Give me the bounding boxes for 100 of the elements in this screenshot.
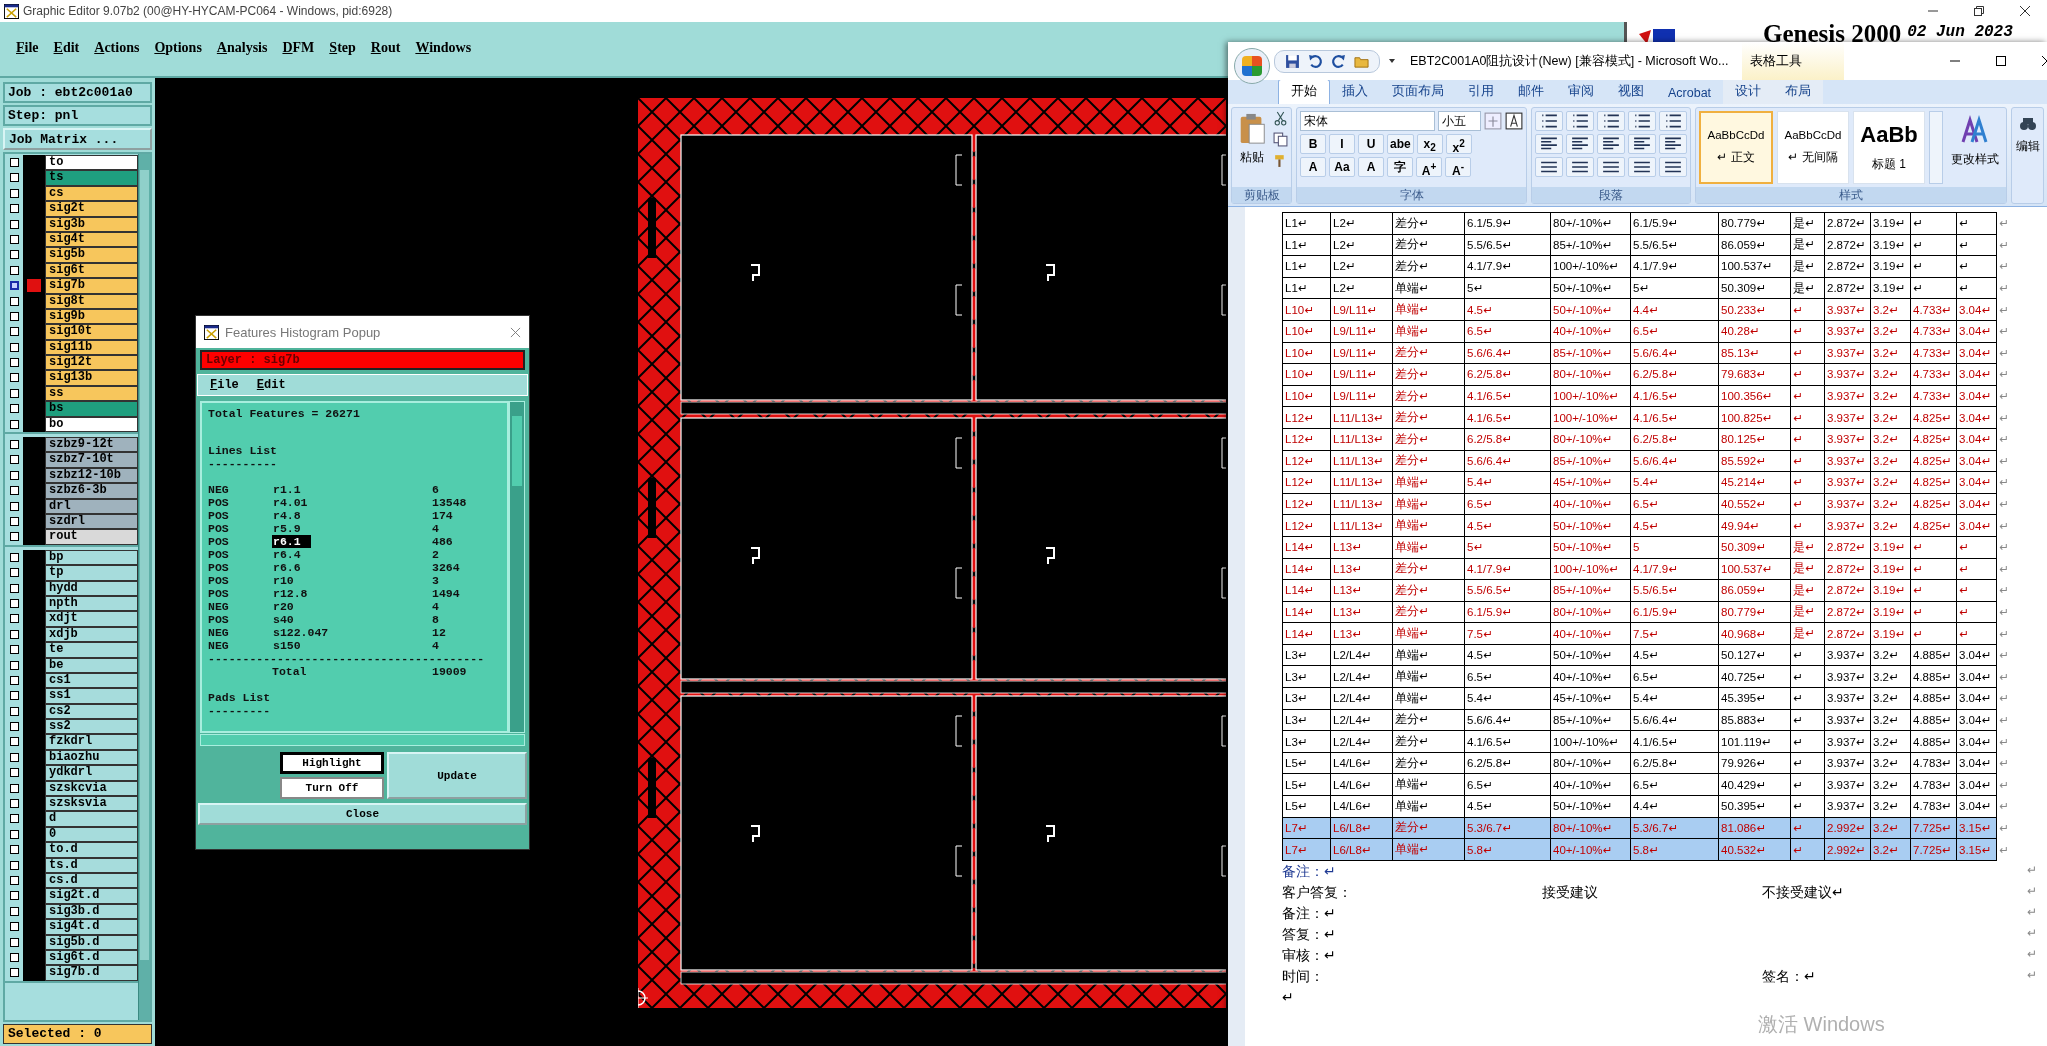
- layer-checkbox[interactable]: [10, 799, 19, 808]
- table-row[interactable]: L3↵ L2/L4↵ 单端↵ 6.5↵ 40+/-10%↵ 6.5↵ 40.725↵ ↵ 3.937↵ 3.2↵ 4.885↵ 3.04↵ ↵: [1282, 665, 2014, 688]
- scrollbar[interactable]: [1929, 111, 1943, 184]
- redo-icon[interactable]: [1331, 53, 1346, 69]
- format-button[interactable]: A$^{-}$: [1445, 157, 1471, 177]
- table-row[interactable]: L1↵ L2↵ 差分↵ 5.5/6.5↵ 85+/-10%↵ 5.5/6.5↵ 86.059↵ 是↵ 2.872↵ 3.19↵ ↵ ↵ ↵: [1282, 234, 2014, 256]
- paragraph-format-icon[interactable]: [1628, 157, 1656, 177]
- layer-checkbox[interactable]: [10, 419, 19, 429]
- table-row[interactable]: L12↵ L11/L13↵ 差分↵ 6.2/5.8↵ 80+/-10%↵ 6.2/5.8↵ 80.125↵ ↵ 3.937↵ 3.2↵ 4.825↵ 3.04↵ ↵: [1282, 428, 2014, 451]
- ribbon-tab[interactable]: 审阅: [1556, 80, 1606, 104]
- table-row[interactable]: L3↵ L2/L4↵ 单端↵ 5.4↵ 45+/-10%↵ 5.4↵ 45.395↵ ↵ 3.937↵ 3.2↵ 4.885↵ 3.04↵ ↵: [1282, 687, 2014, 710]
- table-row[interactable]: L10↵ L9/L11↵ 差分↵ 4.1/6.5↵ 100+/-10%↵ 4.1/6.5↵ 100.356↵ ↵ 3.937↵ 3.2↵ 4.733↵ 3.04↵ ↵: [1282, 385, 2014, 407]
- table-row[interactable]: L5↵ L4/L6↵ 单端↵ 4.5↵ 50+/-10%↵ 4.4↵ 50.395↵ ↵ 3.937↵ 3.2↵ 4.783↵ 3.04↵ ↵: [1282, 795, 2014, 818]
- table-row[interactable]: L12↵ L11/L13↵ 差分↵ 5.6/6.4↵ 85+/-10%↵ 5.6/6.4↵ 85.592↵ ↵ 3.937↵ 3.2↵ 4.825↵ 3.04↵ ↵: [1282, 450, 2014, 472]
- symbol-text[interactable]: r20: [272, 600, 295, 613]
- layer-checkbox[interactable]: [10, 660, 19, 670]
- character-border-icon[interactable]: [1505, 112, 1523, 130]
- table-row[interactable]: L12↵ L11/L13↵ 单端↵ 5.4↵ 45+/-10%↵ 5.4↵ 45.214↵ ↵ 3.937↵ 3.2↵ 4.825↵ 3.04↵ ↵: [1282, 471, 2014, 494]
- table-row[interactable]: L1↵ L2↵ 差分↵ 6.1/5.9↵ 80+/-10%↵ 6.1/5.9↵ 80.779↵ 是↵ 2.872↵ 3.19↵ ↵ ↵ ↵: [1282, 212, 2014, 235]
- table-row[interactable]: L14↵ L13↵ 差分↵ 5.5/6.5↵ 85+/-10%↵ 5.5/6.5↵ 86.059↵ 是↵ 2.872↵ 3.19↵ ↵ ↵ ↵: [1282, 579, 2014, 602]
- symbol-text[interactable]: r6.6: [272, 561, 302, 574]
- table-row[interactable]: L3↵ L2/L4↵ 单端↵ 4.5↵ 50+/-10%↵ 4.5↵ 50.127↵ ↵ 3.937↵ 3.2↵ 4.885↵ 3.04↵ ↵: [1282, 644, 2014, 666]
- paragraph-format-icon[interactable]: [1566, 134, 1594, 154]
- layer-item[interactable]: sig2t: [45, 201, 138, 217]
- highlight-button[interactable]: Highlight: [280, 752, 384, 774]
- layer-checkbox[interactable]: [10, 158, 19, 167]
- layer-checkbox[interactable]: [10, 768, 19, 778]
- update-button[interactable]: Update: [387, 752, 527, 799]
- table-row[interactable]: L3↵ L2/L4↵ 差分↵ 4.1/6.5↵ 100+/-10%↵ 4.1/6.5↵ 101.119↵ ↵ 3.937↵ 3.2↵ 4.885↵ 3.04↵ ↵: [1282, 730, 2014, 753]
- layer-item[interactable]: bp: [45, 549, 138, 566]
- format-button[interactable]: A$^{+}$: [1416, 157, 1442, 177]
- format-button[interactable]: x$^{2}$: [1445, 134, 1472, 154]
- layer-item[interactable]: szbz9-12t: [45, 437, 138, 453]
- symbol-text[interactable]: s40: [272, 613, 295, 626]
- format-button[interactable]: x$_{2}$: [1416, 134, 1443, 154]
- menu-item[interactable]: Step: [329, 40, 356, 56]
- layer-checkbox[interactable]: [10, 891, 19, 901]
- paragraph-format-icon[interactable]: [1597, 111, 1625, 131]
- layer-checkbox[interactable]: [10, 311, 19, 321]
- change-styles-button[interactable]: 更改样式: [1947, 111, 2003, 184]
- layer-checkbox[interactable]: [10, 737, 19, 747]
- layer-checkbox[interactable]: [10, 722, 19, 732]
- layer-checkbox[interactable]: [10, 470, 19, 480]
- layer-item[interactable]: to: [45, 155, 138, 171]
- format-button[interactable]: B: [1300, 134, 1326, 154]
- layer-checkbox[interactable]: [10, 404, 19, 414]
- format-button[interactable]: abe: [1387, 134, 1414, 154]
- paragraph-format-icon[interactable]: [1628, 134, 1656, 154]
- close-icon[interactable]: [2019, 5, 2031, 17]
- layer-item[interactable]: szbz7-10t: [45, 452, 138, 468]
- layer-checkbox[interactable]: [10, 234, 19, 244]
- symbol-text[interactable]: r6.4: [272, 548, 302, 561]
- ribbon-tab[interactable]: 开始: [1278, 79, 1330, 104]
- font-name-field[interactable]: 宋体: [1300, 111, 1435, 131]
- table-row[interactable]: L7↵ L6/L8↵ 差分↵ 5.3/6.7↵ 80+/-10%↵ 5.3/6.7↵ 81.086↵ ↵ 2.992↵ 3.2↵ 7.725↵ 3.15↵ ↵: [1282, 817, 2014, 839]
- layer-checkbox[interactable]: [10, 327, 19, 337]
- menu-item[interactable]: DFM: [282, 40, 315, 56]
- symbol-text[interactable]: r4.01: [272, 496, 309, 509]
- layer-checkbox[interactable]: [10, 829, 19, 839]
- table-row[interactable]: L10↵ L9/L11↵ 单端↵ 6.5↵ 40+/-10%↵ 6.5↵ 40.28↵ ↵ 3.937↵ 3.2↵ 4.733↵ 3.04↵ ↵: [1282, 320, 2014, 343]
- layer-item[interactable]: sig5b: [45, 247, 138, 263]
- table-row[interactable]: L10↵ L9/L11↵ 差分↵ 5.6/6.4↵ 85+/-10%↵ 5.6/6.4↵ 85.13↵ ↵ 3.937↵ 3.2↵ 4.733↵ 3.04↵ ↵: [1282, 342, 2014, 364]
- close-button[interactable]: Close: [198, 803, 527, 825]
- layer-checkbox[interactable]: [10, 968, 19, 978]
- layer-item[interactable]: ss2: [45, 719, 138, 735]
- paragraph-format-icon[interactable]: [1597, 134, 1625, 154]
- ribbon-tab[interactable]: Acrobat: [1656, 83, 1724, 104]
- format-button[interactable]: Aa: [1329, 157, 1355, 177]
- table-row[interactable]: L10↵ L9/L11↵ 差分↵ 6.2/5.8↵ 80+/-10%↵ 6.2/5.8↵ 79.683↵ ↵ 3.937↵ 3.2↵ 4.733↵ 3.04↵ ↵: [1282, 363, 2014, 386]
- ribbon-tab[interactable]: 设计: [1723, 80, 1774, 104]
- layer-item[interactable]: sig10t: [45, 324, 138, 340]
- office-button[interactable]: [1234, 48, 1270, 84]
- layer-checkbox[interactable]: [10, 906, 19, 916]
- layer-checkbox[interactable]: [10, 440, 19, 450]
- layer-item[interactable]: rout: [45, 529, 138, 545]
- paragraph-format-icon[interactable]: [1535, 111, 1563, 131]
- symbol-text[interactable]: r12.8: [272, 587, 309, 600]
- menu-item[interactable]: Analysis: [216, 40, 268, 56]
- layer-checkbox[interactable]: [10, 486, 19, 496]
- layer-checkbox[interactable]: [10, 388, 19, 398]
- layer-item[interactable]: to.d: [45, 842, 138, 858]
- format-button[interactable]: U: [1358, 134, 1384, 154]
- layer-item[interactable]: szsksvia: [45, 796, 138, 812]
- restore-icon[interactable]: [1973, 5, 1985, 17]
- layer-checkbox[interactable]: [10, 860, 19, 870]
- layer-item[interactable]: sig7b.d: [45, 965, 138, 981]
- layer-checkbox[interactable]: [10, 845, 19, 855]
- style-option[interactable]: AaBbCcDd ↵ 无间隔: [1777, 111, 1849, 184]
- layer-checkbox[interactable]: [10, 358, 19, 368]
- job-matrix-button[interactable]: Job Matrix ...: [3, 128, 152, 150]
- table-row[interactable]: L5↵ L4/L6↵ 差分↵ 6.2/5.8↵ 80+/-10%↵ 6.2/5.8↵ 79.926↵ ↵ 3.937↵ 3.2↵ 4.783↵ 3.04↵ ↵: [1282, 752, 2014, 774]
- menu-item[interactable]: Rout: [370, 40, 401, 56]
- menu-item[interactable]: File: [16, 40, 39, 56]
- layer-checkbox[interactable]: [10, 691, 19, 701]
- layer-checkbox[interactable]: [10, 875, 19, 885]
- menu-item[interactable]: Edit: [256, 378, 286, 392]
- copy-icon[interactable]: [1273, 132, 1288, 147]
- menu-item[interactable]: File: [210, 378, 239, 392]
- paragraph-format-icon[interactable]: [1535, 134, 1563, 154]
- format-button[interactable]: A: [1358, 157, 1384, 177]
